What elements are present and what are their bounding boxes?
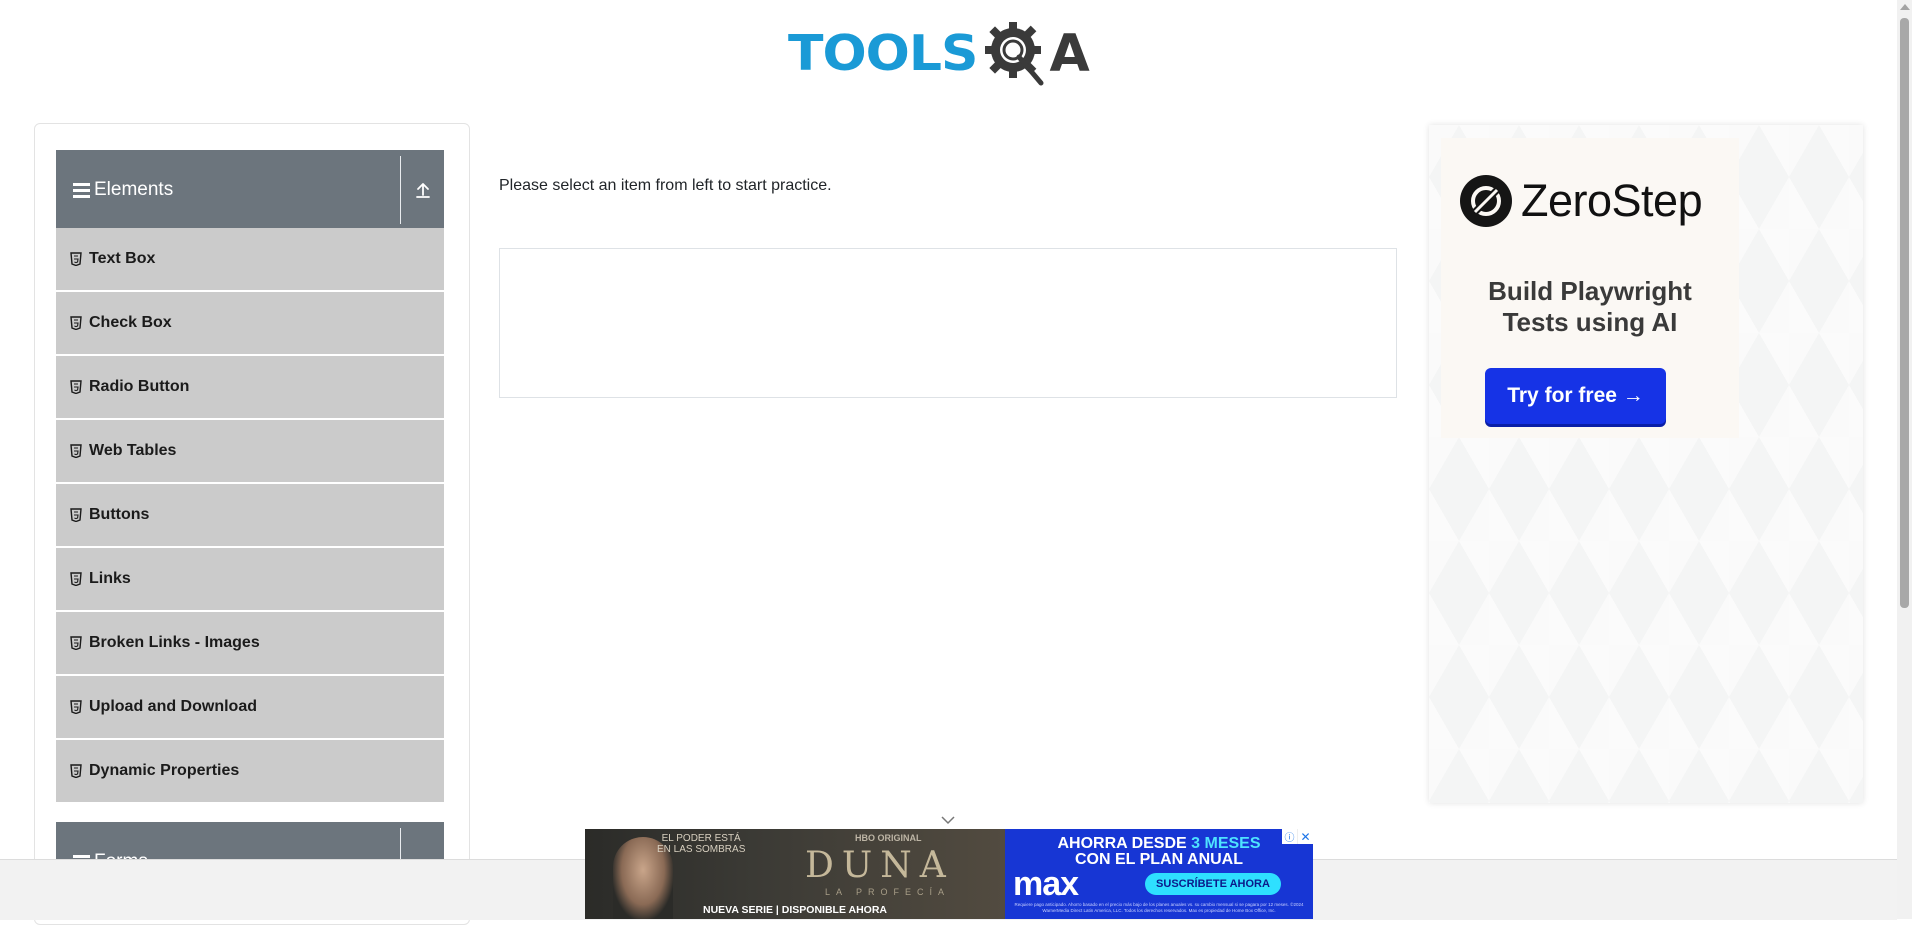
dune-ad-panel: EL PODER ESTÁ EN LAS SOMBRAS HBO ORIGINA…	[585, 829, 1005, 919]
info-icon[interactable]: ⓘ	[1282, 829, 1297, 844]
offer-prefix: AHORRA DESDE	[1057, 835, 1192, 852]
sidebar-item-label: Buttons	[89, 506, 150, 523]
zerostep-ad-card[interactable]: ZeroStep Build Playwright Tests using AI…	[1441, 138, 1739, 438]
ad-fine-print: Requiere pago anticipado. Ahorro basado …	[1014, 902, 1304, 913]
ad-subtitle: LA PROFECÍA	[825, 887, 951, 897]
sidebar-item-label: Dynamic Properties	[89, 762, 240, 779]
sidebar-item-label: Upload and Download	[89, 698, 257, 715]
page-scrollbar[interactable]	[1897, 0, 1912, 919]
sidebar-item-label: Web Tables	[89, 442, 177, 459]
sidebar-item-radio-button[interactable]: Radio Button	[56, 356, 444, 420]
ad-network: HBO ORIGINAL	[855, 833, 922, 843]
html5-shield-icon	[70, 636, 82, 650]
html5-shield-icon	[70, 316, 82, 330]
ad-headline: Build Playwright Tests using AI	[1488, 276, 1692, 337]
magnifier-gear-icon	[985, 22, 1044, 86]
logo-text-a: A	[1049, 24, 1090, 84]
side-advertisement[interactable]: ZeroStep Build Playwright Tests using AI…	[1429, 125, 1863, 803]
group-title: Elements	[94, 179, 174, 200]
sidebar-item-web-tables[interactable]: Web Tables	[56, 420, 444, 484]
chevron-down-icon[interactable]	[940, 815, 956, 825]
html5-shield-icon	[70, 380, 82, 394]
logo-text: TOOLS	[788, 25, 978, 83]
html5-shield-icon	[70, 764, 82, 778]
content-area	[499, 248, 1397, 398]
header-divider	[400, 156, 401, 224]
sidebar-item-broken-links-images[interactable]: Broken Links - Images	[56, 612, 444, 676]
practice-instruction: Please select an item from left to start…	[499, 177, 832, 194]
subscribe-button[interactable]: SUSCRÍBETE AHORA	[1145, 873, 1281, 895]
offer-line-1: AHORRA DESDE 3 MESES	[1005, 835, 1313, 852]
html5-shield-icon	[70, 252, 82, 266]
try-for-free-button[interactable]: Try for free →	[1485, 368, 1666, 424]
sidebar-item-upload-and-download[interactable]: Upload and Download	[56, 676, 444, 740]
sidebar-item-links[interactable]: Links	[56, 548, 444, 612]
site-logo[interactable]: TOOLS A	[788, 16, 1090, 92]
html5-shield-icon	[70, 700, 82, 714]
sidebar-item-label: Radio Button	[89, 378, 190, 395]
ad-choices: ⓘ ✕	[1282, 829, 1313, 844]
close-icon[interactable]: ✕	[1297, 829, 1313, 844]
sidebar-item-label: Links	[89, 570, 131, 587]
sidebar-item-text-box[interactable]: Text Box	[56, 228, 444, 292]
group-header-elements[interactable]: Elements	[56, 150, 444, 230]
ad-title: DUNA	[805, 845, 954, 886]
menu-icon	[73, 182, 90, 198]
max-offer-panel: AHORRA DESDE 3 MESES CON EL PLAN ANUAL m…	[1005, 829, 1313, 919]
max-logo: max	[1013, 865, 1079, 903]
sidebar-item-buttons[interactable]: Buttons	[56, 484, 444, 548]
html5-shield-icon	[70, 572, 82, 586]
zerostep-logo-icon	[1460, 175, 1512, 227]
html5-shield-icon	[70, 508, 82, 522]
scroll-up-arrow-icon[interactable]	[1900, 4, 1910, 10]
sidebar-item-label: Text Box	[89, 250, 156, 267]
sidebar-item-label: Broken Links - Images	[89, 634, 260, 651]
scrollbar-thumb[interactable]	[1900, 18, 1909, 608]
elements-menu: Text Box Check Box Radio Button Web Tabl…	[56, 228, 444, 804]
sidebar-item-label: Check Box	[89, 314, 172, 331]
ad-footer-text: NUEVA SERIE | DISPONIBLE AHORA	[703, 904, 887, 916]
upload-arrow-icon[interactable]	[411, 178, 435, 202]
bottom-advertisement[interactable]: EL PODER ESTÁ EN LAS SOMBRAS HBO ORIGINA…	[585, 829, 1313, 919]
html5-shield-icon	[70, 444, 82, 458]
offer-highlight: 3 MESES	[1191, 835, 1261, 852]
sidebar-item-dynamic-properties[interactable]: Dynamic Properties	[56, 740, 444, 804]
zerostep-logo: ZeroStep	[1459, 174, 1703, 228]
ad-tagline: EL PODER ESTÁ EN LAS SOMBRAS	[657, 833, 746, 855]
zerostep-brand: ZeroStep	[1521, 175, 1703, 226]
sidebar-item-check-box[interactable]: Check Box	[56, 292, 444, 356]
